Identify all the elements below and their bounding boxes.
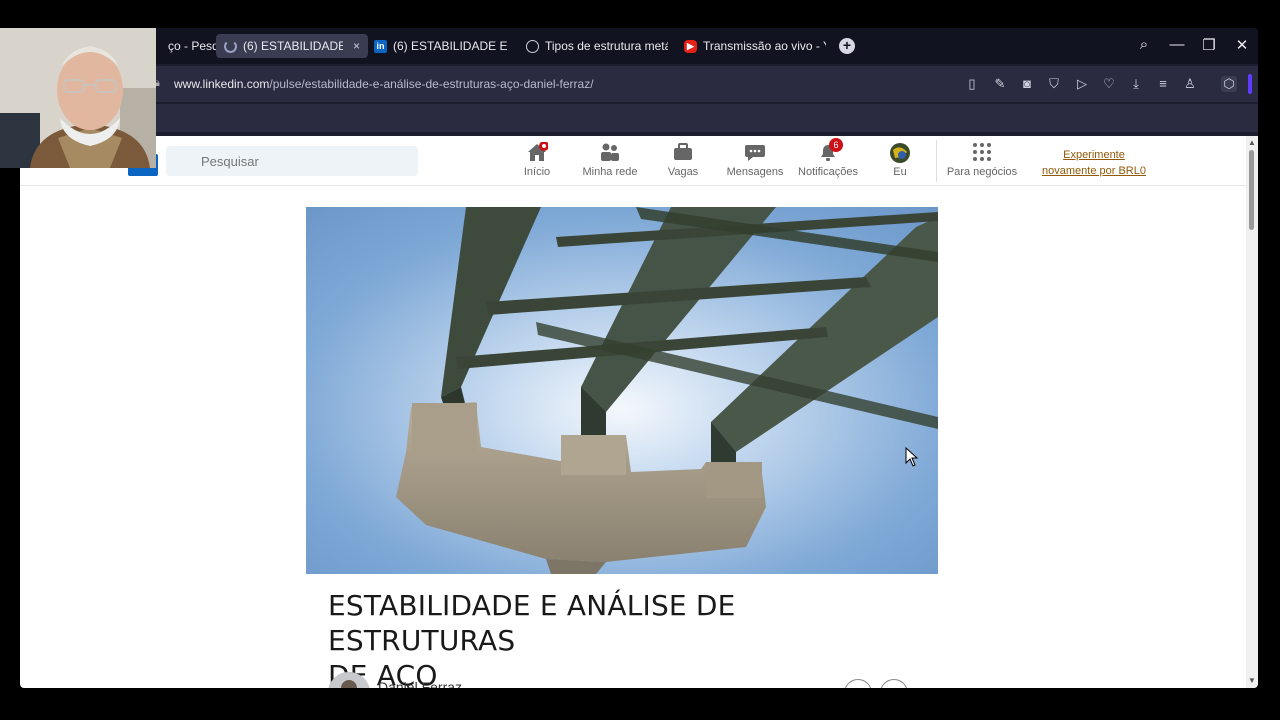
network-icon bbox=[570, 142, 650, 162]
sidebar-accent bbox=[1248, 74, 1252, 94]
webcam-overlay bbox=[0, 28, 156, 168]
premium-line-1: Experimente bbox=[1063, 149, 1125, 161]
menu-icon[interactable]: ≡ bbox=[1155, 76, 1171, 92]
tab-title: Tipos de estrutura metálic bbox=[545, 39, 668, 53]
steel-beams-on-concrete-pier-image bbox=[306, 207, 938, 574]
browser-window: ço - Pesqui (6) ESTABILIDADE E AN × in (… bbox=[20, 28, 1258, 688]
messaging-icon bbox=[715, 142, 795, 162]
page-viewport: Pesquisar Início Minha rede Vagas Mensag… bbox=[20, 136, 1246, 688]
tab-steel-types[interactable]: Tipos de estrutura metálic bbox=[518, 34, 676, 58]
url-host: www.linkedin.com bbox=[174, 77, 270, 91]
globe-icon bbox=[526, 39, 539, 53]
nav-jobs[interactable]: Vagas bbox=[643, 142, 723, 178]
nav-label: Para negócios bbox=[946, 166, 1018, 178]
linkedin-icon: in bbox=[374, 39, 387, 53]
minimize-button[interactable]: — bbox=[1167, 36, 1187, 53]
screen: ço - Pesqui (6) ESTABILIDADE E AN × in (… bbox=[0, 0, 1280, 720]
tab-active[interactable]: (6) ESTABILIDADE E AN × bbox=[216, 34, 368, 58]
scroll-down-icon[interactable]: ▼ bbox=[1248, 676, 1256, 685]
scrollbar-thumb[interactable] bbox=[1249, 150, 1254, 230]
article-title-line-1: ESTABILIDADE E ANÁLISE DE ESTRUTURAS bbox=[328, 589, 736, 657]
address-bar: 🔒︎ www.linkedin.com/pulse/estabilidade-e… bbox=[20, 66, 1258, 102]
tab-title: Transmissão ao vivo - You bbox=[703, 39, 826, 53]
nav-label: Vagas bbox=[667, 166, 699, 178]
tab-youtube[interactable]: ▶ Transmissão ao vivo - You bbox=[676, 34, 834, 58]
url-path: /pulse/estabilidade-e-análise-de-estrutu… bbox=[269, 77, 594, 91]
extension-icon[interactable]: ⬡ bbox=[1221, 76, 1237, 92]
nav-me[interactable]: Eu bbox=[860, 142, 940, 178]
nav-business[interactable]: Para negócios bbox=[942, 142, 1022, 178]
bookmarks-bar bbox=[20, 104, 1258, 132]
tab-search[interactable]: ço - Pesqui bbox=[160, 34, 218, 58]
nav-label: Mensagens bbox=[726, 166, 784, 178]
bell-icon: 6 bbox=[788, 138, 868, 162]
profile-icon[interactable]: ♙ bbox=[1182, 76, 1198, 92]
author-name[interactable]: Daniel Ferraz bbox=[378, 679, 462, 688]
camera-icon[interactable]: ◙ bbox=[1019, 76, 1035, 92]
search-tabs-icon[interactable]: ⌕ bbox=[1134, 36, 1154, 53]
loading-spinner-icon bbox=[224, 39, 237, 53]
grid-icon bbox=[942, 142, 1022, 162]
reader-icon[interactable]: ▯ bbox=[964, 76, 980, 92]
premium-link[interactable]: Experimente novamente por BRL0 bbox=[1038, 147, 1150, 179]
nav-messaging[interactable]: Mensagens bbox=[715, 142, 795, 178]
nav-notifications[interactable]: 6 Notificações bbox=[788, 138, 868, 178]
url-field[interactable]: www.linkedin.com/pulse/estabilidade-e-an… bbox=[174, 77, 594, 91]
home-icon bbox=[497, 141, 577, 162]
nav-label: Minha rede bbox=[582, 166, 638, 178]
edit-icon[interactable]: ✎ bbox=[992, 76, 1008, 92]
download-icon[interactable]: ⤓ bbox=[1128, 76, 1144, 92]
tab-title: ço - Pesqui bbox=[168, 39, 218, 53]
new-tab-button[interactable]: + bbox=[839, 38, 855, 54]
youtube-icon: ▶ bbox=[684, 39, 697, 53]
scrollbar[interactable]: ▲ ▼ bbox=[1246, 136, 1258, 688]
tab-linkedin[interactable]: in (6) ESTABILIDADE E ANÁLI bbox=[366, 34, 518, 58]
premium-line-2: novamente por BRL0 bbox=[1042, 165, 1146, 177]
tab-title: (6) ESTABILIDADE E AN bbox=[243, 39, 343, 53]
nav-divider bbox=[936, 140, 937, 182]
restore-button[interactable]: ❐ bbox=[1199, 36, 1219, 54]
search-input[interactable]: Pesquisar bbox=[166, 146, 418, 176]
close-window-button[interactable]: ✕ bbox=[1232, 36, 1252, 54]
close-tab-icon[interactable]: × bbox=[353, 39, 360, 53]
shield-icon[interactable]: ⛉ bbox=[1046, 76, 1062, 92]
play-icon[interactable]: ▷ bbox=[1074, 76, 1090, 92]
tab-strip: ço - Pesqui (6) ESTABILIDADE E AN × in (… bbox=[20, 28, 1258, 64]
avatar-icon bbox=[860, 142, 940, 163]
nav-label: Eu bbox=[893, 166, 907, 178]
tab-title: (6) ESTABILIDADE E ANÁLI bbox=[393, 39, 510, 53]
mouse-cursor-icon bbox=[905, 446, 919, 472]
nav-home[interactable]: Início bbox=[497, 141, 577, 178]
nav-network[interactable]: Minha rede bbox=[570, 142, 650, 178]
linkedin-header: Pesquisar Início Minha rede Vagas Mensag… bbox=[20, 136, 1246, 186]
article-title: ESTABILIDADE E ANÁLISE DE ESTRUTURAS DE … bbox=[328, 588, 928, 688]
notification-badge: 6 bbox=[829, 138, 843, 152]
heart-icon[interactable]: ♡ bbox=[1101, 76, 1117, 92]
scroll-up-icon[interactable]: ▲ bbox=[1248, 138, 1256, 147]
nav-label: Início bbox=[523, 166, 551, 178]
briefcase-icon bbox=[643, 142, 723, 162]
nav-label: Notificações bbox=[798, 166, 858, 178]
